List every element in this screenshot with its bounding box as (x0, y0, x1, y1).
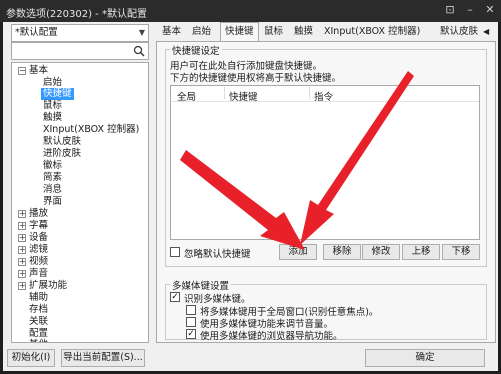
hotkeys-group: 快捷键设定 用户可在此处自行添加键盘快捷键。 下方的快捷键使用权将高于默认快捷键… (165, 43, 487, 267)
tree-item-hotkeys[interactable]: 快捷键 (41, 88, 74, 100)
profile-select[interactable]: *默认配置 ▼ (11, 24, 149, 42)
tree-item-touch[interactable]: 触摸 (43, 112, 62, 124)
tree-item-association[interactable]: 关联 (29, 316, 48, 328)
expand-icon[interactable]: + (18, 282, 26, 290)
expand-icon[interactable]: + (18, 210, 26, 218)
media-option-label: 使用多媒体键的浏览器导航功能。 (200, 331, 343, 342)
header-divider (171, 101, 479, 102)
title-bar: 参数选项(220302) - *默认配置 ⊡ – ✕ (0, 0, 501, 22)
edit-button[interactable]: 修改 (362, 244, 400, 260)
move-down-button[interactable]: 下移 (442, 244, 480, 260)
tab-mouse[interactable]: 鼠标 (264, 24, 283, 40)
hotkeys-panel: 快捷键设定 用户可在此处自行添加键盘快捷键。 下方的快捷键使用权将高于默认快捷键… (156, 41, 496, 343)
tree-item-default-skin[interactable]: 默认皮肤 (43, 136, 81, 148)
move-up-button[interactable]: 上移 (402, 244, 440, 260)
chevron-down-icon: ▼ (138, 28, 145, 37)
settings-tree[interactable]: − 基本 启始 快捷键 鼠标 触摸 XInput(XBOX 控制器) 默认皮肤 … (11, 62, 149, 343)
tree-item-message[interactable]: 消息 (43, 184, 62, 196)
tree-item-device[interactable]: 设备 (29, 232, 48, 244)
search-input[interactable] (11, 42, 149, 60)
tab-xinput[interactable]: XInput(XBOX 控制器) (324, 24, 420, 40)
tab-touch[interactable]: 触摸 (294, 24, 313, 40)
media-option-checkbox[interactable] (186, 317, 196, 327)
init-button[interactable]: 初始化(I) (7, 349, 55, 367)
tab-basic[interactable]: 基本 (162, 24, 181, 40)
tab-default-skin[interactable]: 默认皮肤 (440, 24, 478, 40)
tree-item-advanced-skin[interactable]: 进阶皮肤 (43, 148, 81, 160)
window-title: 参数选项(220302) - *默认配置 (6, 9, 147, 20)
tree-item-other[interactable]: 其他 (29, 339, 48, 342)
media-option-label: 识别多媒体键。 (184, 294, 251, 305)
expand-icon[interactable]: + (18, 246, 26, 254)
tree-item-filter[interactable]: 滤镜 (29, 244, 48, 256)
tree-item-simple[interactable]: 简素 (43, 172, 62, 184)
dialog-client: *默认配置 ▼ − 基本 启始 快捷键 鼠标 触摸 XInput(XBOX 控制… (3, 22, 498, 371)
tree-item-mouse[interactable]: 鼠标 (43, 100, 62, 112)
tree-item-interface[interactable]: 界面 (43, 196, 62, 208)
profile-select-value: *默认配置 (15, 27, 58, 38)
tree-item-playback[interactable]: 播放 (29, 208, 48, 220)
tab-scroll-arrow-icon[interactable]: ◀ (483, 24, 489, 40)
tree-item-audio[interactable]: 声音 (29, 268, 48, 280)
tab-bar: 基本 启始 快捷键 鼠标 触摸 XInput(XBOX 控制器) 默认皮肤 ◀ (156, 22, 498, 42)
expand-icon[interactable]: + (18, 234, 26, 242)
tree-item-archive[interactable]: 存档 (29, 304, 48, 316)
export-config-button[interactable]: 导出当前配置(S)... (61, 349, 145, 367)
add-button[interactable]: 添加 (279, 244, 317, 260)
expand-icon[interactable]: + (18, 258, 26, 266)
tree-item-basic[interactable]: 基本 (29, 65, 48, 77)
tree-item-video[interactable]: 视频 (29, 256, 48, 268)
tree-item-logo[interactable]: 徽标 (43, 160, 62, 172)
search-icon (133, 45, 145, 57)
remove-button[interactable]: 移除 (323, 244, 361, 260)
expand-icon[interactable]: + (18, 222, 26, 230)
tree-item-subtitle[interactable]: 字幕 (29, 220, 48, 232)
minimize-icon[interactable]: – (462, 3, 478, 17)
media-keys-group-title: 多媒体键设置 (170, 278, 232, 292)
media-option-checkbox[interactable] (186, 305, 196, 315)
tab-startup[interactable]: 启始 (192, 24, 211, 40)
expand-icon[interactable]: + (18, 270, 26, 278)
pin-icon[interactable]: ⊡ (442, 3, 458, 17)
hotkeys-group-title: 快捷键设定 (170, 43, 222, 57)
media-keys-group: 多媒体键设置 ✓ 识别多媒体键。 将多媒体键用于全局窗口(识别任意焦点)。 使用… (165, 278, 487, 342)
close-icon[interactable]: ✕ (482, 3, 498, 17)
tab-hotkeys[interactable]: 快捷键 (220, 22, 259, 42)
column-divider (224, 87, 225, 99)
media-option-checkbox[interactable]: ✓ (186, 329, 196, 339)
tree-item-extensions[interactable]: 扩展功能 (29, 280, 67, 292)
ok-button[interactable]: 确定 (365, 349, 485, 367)
hotkeys-priority-note: 下方的快捷键使用权将高于默认快捷键。 (170, 73, 342, 84)
tree-item-assist[interactable]: 辅助 (29, 292, 48, 304)
hotkey-list[interactable]: 全局 快捷键 指令 (170, 85, 480, 240)
media-option-checkbox[interactable]: ✓ (170, 292, 180, 302)
collapse-icon[interactable]: − (18, 67, 26, 75)
ignore-default-checkbox[interactable] (170, 247, 180, 257)
tree-item-xinput[interactable]: XInput(XBOX 控制器) (43, 124, 139, 136)
ignore-default-label: 忽略默认快捷键 (184, 249, 251, 260)
column-divider (309, 87, 310, 99)
